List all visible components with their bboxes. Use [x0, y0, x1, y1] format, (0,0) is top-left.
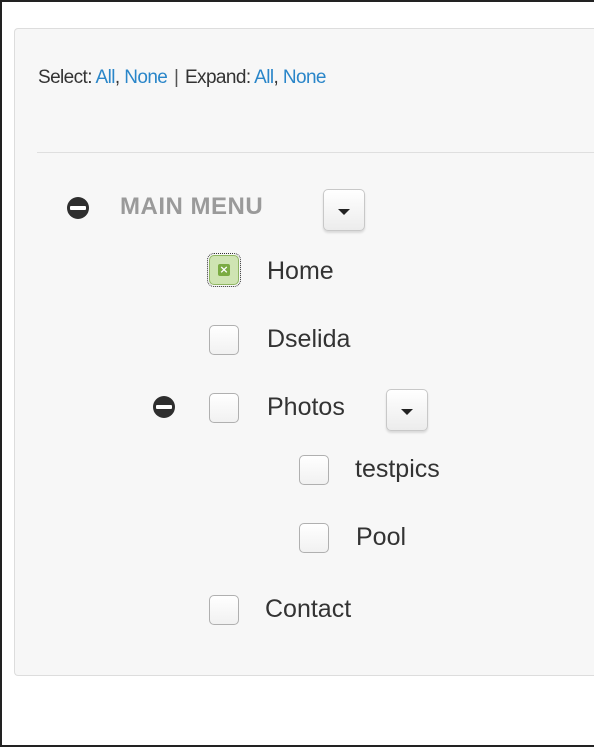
checkbox-home[interactable]: × [207, 253, 241, 287]
checkbox-pool[interactable] [299, 523, 329, 553]
x-mark-icon: × [218, 263, 230, 276]
expand-label: Expand: [184, 67, 251, 88]
expand-none-link[interactable]: None [283, 67, 327, 88]
menu-item-home[interactable]: Home [267, 257, 334, 286]
minus-circle-icon[interactable] [153, 396, 175, 418]
tree-toolbar: Select: All, None | Expand: All, None [38, 67, 326, 89]
menu-item-dselida[interactable]: Dselida [267, 325, 350, 354]
menu-item-testpics[interactable]: testpics [355, 455, 440, 484]
expand-comma: , [273, 67, 279, 88]
photos-dropdown-button[interactable] [386, 389, 428, 431]
checkbox-photos[interactable] [209, 393, 239, 423]
checkbox-testpics[interactable] [299, 455, 329, 485]
select-all-link[interactable]: All [96, 67, 116, 88]
checkbox-dselida[interactable] [209, 325, 239, 355]
checkbox-contact[interactable] [209, 595, 239, 625]
main-menu-dropdown-button[interactable] [323, 189, 365, 231]
menu-item-pool[interactable]: Pool [356, 523, 406, 552]
select-label: Select: [38, 67, 92, 88]
expand-all-link[interactable]: All [254, 67, 274, 88]
select-comma: , [114, 67, 120, 88]
menu-item-photos[interactable]: Photos [267, 393, 345, 422]
select-none-link[interactable]: None [124, 67, 168, 88]
toolbar-divider [37, 152, 594, 153]
minus-circle-icon[interactable] [67, 197, 89, 219]
menu-title: MAIN MENU [120, 193, 264, 220]
toolbar-separator: | [173, 67, 179, 88]
menu-item-contact[interactable]: Contact [265, 595, 351, 624]
